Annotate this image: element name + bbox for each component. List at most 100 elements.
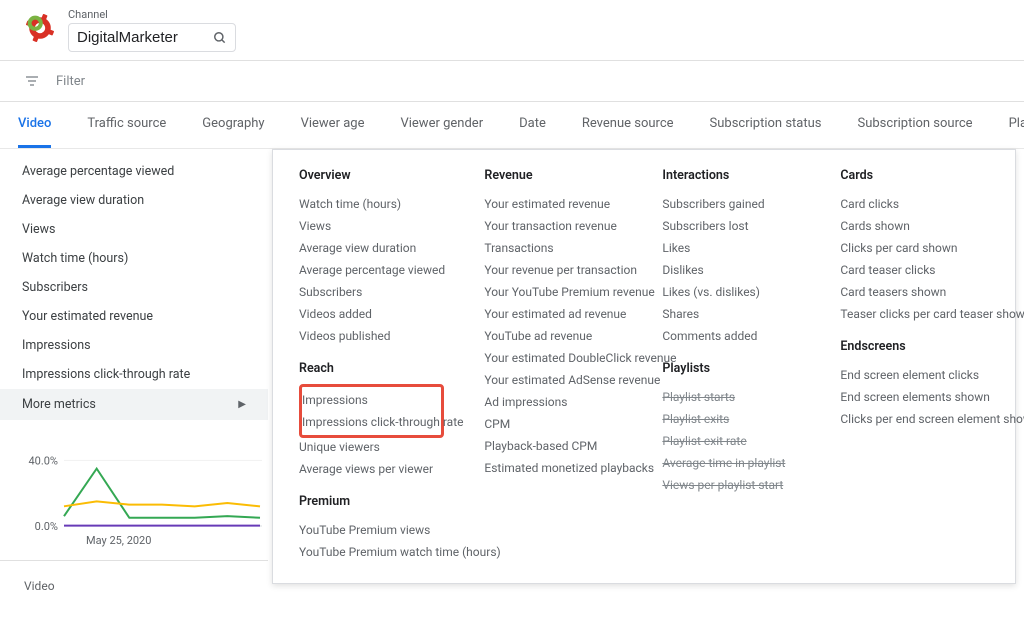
content: Average percentage viewedAverage view du…	[0, 149, 1024, 593]
metric-option[interactable]: Watch time (hours)	[299, 193, 456, 215]
metric-option[interactable]: End screen element clicks	[840, 364, 995, 386]
tab-traffic-source[interactable]: Traffic source	[87, 102, 166, 148]
metric-item[interactable]: Average percentage viewed	[0, 157, 268, 186]
metric-option[interactable]: Playlist exits	[662, 408, 812, 430]
metric-item[interactable]: Watch time (hours)	[0, 244, 268, 273]
tab-subscription-status[interactable]: Subscription status	[710, 102, 822, 148]
metric-option[interactable]: Your estimated AdSense revenue	[484, 369, 634, 391]
metric-option[interactable]: YouTube ad revenue	[484, 325, 634, 347]
chart-area: 40.0% 0.0% May 25, 2020	[0, 420, 268, 552]
metric-option[interactable]: Card teasers shown	[840, 281, 995, 303]
metric-option[interactable]: YouTube Premium views	[299, 519, 456, 541]
metric-option[interactable]: Videos published	[299, 325, 456, 347]
filter-icon	[24, 73, 40, 89]
search-icon[interactable]	[213, 31, 227, 45]
filter-bar[interactable]: Filter	[0, 60, 1024, 102]
metric-option[interactable]: Transactions	[484, 237, 634, 259]
channel-input[interactable]	[77, 29, 207, 46]
metric-item[interactable]: Subscribers	[0, 273, 268, 302]
metric-option[interactable]: Clicks per card shown	[840, 237, 995, 259]
highlight-box: ImpressionsImpressions click-through rat…	[299, 384, 444, 438]
metric-option[interactable]: Your estimated DoubleClick revenue	[484, 347, 634, 369]
metric-item[interactable]: Average view duration	[0, 186, 268, 215]
more-metrics-panel: OverviewWatch time (hours)ViewsAverage v…	[272, 149, 1016, 584]
metric-option[interactable]: Estimated monetized playbacks	[484, 457, 634, 479]
metric-option[interactable]: YouTube Premium watch time (hours)	[299, 541, 456, 563]
metric-option[interactable]: Comments added	[662, 325, 812, 347]
metric-option[interactable]: Your estimated revenue	[484, 193, 634, 215]
tab-subscription-source[interactable]: Subscription source	[858, 102, 973, 148]
metric-item[interactable]: Impressions	[0, 331, 268, 360]
panel-col-1: OverviewWatch time (hours)ViewsAverage v…	[299, 168, 456, 563]
tab-viewer-gender[interactable]: Viewer gender	[400, 102, 483, 148]
metric-option[interactable]: Likes	[662, 237, 812, 259]
metric-option[interactable]: Your YouTube Premium revenue	[484, 281, 634, 303]
metrics-category-title: Cards	[840, 168, 995, 183]
metric-option[interactable]: Ad impressions	[484, 391, 634, 413]
metric-option[interactable]: Views per playlist start	[662, 474, 812, 496]
tab-revenue-source[interactable]: Revenue source	[582, 102, 674, 148]
chevron-right-icon: ▶	[238, 399, 246, 410]
metrics-category-title: Overview	[299, 168, 456, 183]
metric-option[interactable]: End screen elements shown	[840, 386, 995, 408]
metric-option[interactable]: Teaser clicks per card teaser shown	[840, 303, 995, 325]
metric-option[interactable]: Likes (vs. dislikes)	[662, 281, 812, 303]
tab-date[interactable]: Date	[519, 102, 546, 148]
metric-option[interactable]: Subscribers lost	[662, 215, 812, 237]
tab-video[interactable]: Video	[18, 102, 51, 148]
more-metrics-label: More metrics	[22, 397, 96, 412]
metric-option[interactable]: Playlist starts	[662, 386, 812, 408]
metric-option[interactable]: Your transaction revenue	[484, 215, 634, 237]
channel-selector: Channel	[68, 8, 236, 52]
metric-option[interactable]: Videos added	[299, 303, 456, 325]
metric-option[interactable]: Playlist exit rate	[662, 430, 812, 452]
tabs: Video Traffic source Geography Viewer ag…	[0, 102, 1024, 149]
tab-viewer-age[interactable]: Viewer age	[301, 102, 365, 148]
chart: 40.0% 0.0% May 25, 2020	[24, 438, 266, 548]
metric-option[interactable]: Impressions	[302, 389, 435, 411]
metrics-category-title: Playlists	[662, 361, 812, 376]
metrics-category-title: Endscreens	[840, 339, 995, 354]
svg-text:40.0%: 40.0%	[28, 454, 58, 467]
svg-text:0.0%: 0.0%	[35, 520, 58, 533]
metric-option[interactable]: Your estimated ad revenue	[484, 303, 634, 325]
left-panel: Average percentage viewedAverage view du…	[0, 149, 268, 593]
channel-label: Channel	[68, 8, 236, 21]
metric-option[interactable]: Average view duration	[299, 237, 456, 259]
metrics-category-title: Interactions	[662, 168, 812, 183]
more-metrics-button[interactable]: More metrics ▶	[0, 389, 268, 420]
metrics-category-title: Reach	[299, 361, 456, 376]
panel-col-3: Interactions Subscribers gainedSubscriber…	[662, 168, 812, 563]
tab-geography[interactable]: Geography	[202, 102, 264, 148]
metric-option[interactable]: Shares	[662, 303, 812, 325]
metric-option[interactable]: Impressions click-through rate	[302, 411, 435, 433]
filter-label: Filter	[56, 74, 85, 89]
metric-option[interactable]: Average time in playlist	[662, 452, 812, 474]
channel-input-wrap[interactable]	[68, 23, 236, 52]
header: Channel	[0, 0, 1024, 60]
metric-option[interactable]: CPM	[484, 413, 634, 435]
svg-text:May 25, 2020: May 25, 2020	[86, 534, 151, 547]
metric-option[interactable]: Your revenue per transaction	[484, 259, 634, 281]
metrics-category-title: Revenue	[484, 168, 634, 183]
metrics-category-title: Premium	[299, 494, 456, 509]
metric-option[interactable]: Card clicks	[840, 193, 995, 215]
video-table-header: Video	[0, 561, 268, 593]
metric-item[interactable]: Impressions click-through rate	[0, 360, 268, 389]
metric-item[interactable]: Views	[0, 215, 268, 244]
metric-option[interactable]: Subscribers	[299, 281, 456, 303]
metric-option[interactable]: Playback-based CPM	[484, 435, 634, 457]
metric-option[interactable]: Card teaser clicks	[840, 259, 995, 281]
logo-icon	[24, 12, 56, 48]
metric-option[interactable]: Views	[299, 215, 456, 237]
metric-option[interactable]: Subscribers gained	[662, 193, 812, 215]
metric-option[interactable]: Average percentage viewed	[299, 259, 456, 281]
panel-col-2: Revenue Your estimated revenueYour transa…	[484, 168, 634, 563]
metric-option[interactable]: Cards shown	[840, 215, 995, 237]
metric-item[interactable]: Your estimated revenue	[0, 302, 268, 331]
metric-option[interactable]: Dislikes	[662, 259, 812, 281]
metric-option[interactable]: Unique viewers	[299, 436, 456, 458]
tab-playlist[interactable]: Playlist	[1009, 102, 1024, 148]
metric-option[interactable]: Clicks per end screen element shown	[840, 408, 995, 430]
metric-option[interactable]: Average views per viewer	[299, 458, 456, 480]
